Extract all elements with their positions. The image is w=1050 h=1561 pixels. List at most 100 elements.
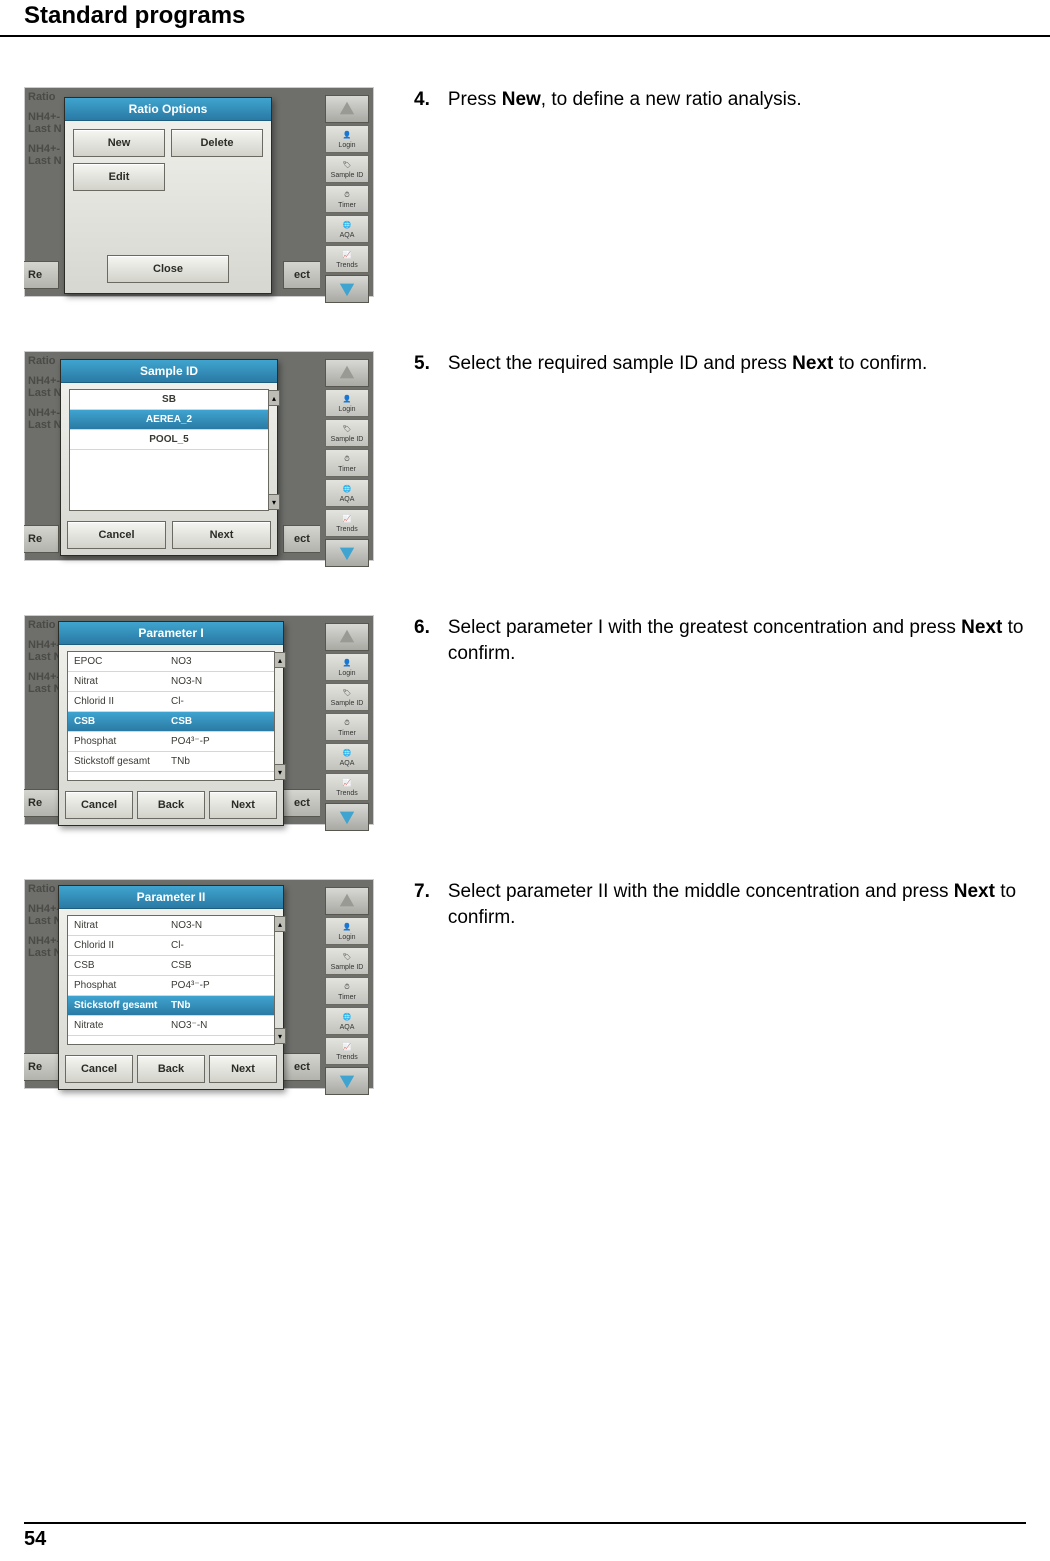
sample-id-button[interactable]: 🏷Sample ID [325, 155, 369, 183]
close-button[interactable]: Close [107, 255, 229, 283]
page-header: Standard programs [0, 0, 1050, 37]
arrow-up-button[interactable] [325, 623, 369, 651]
device-screenshot-6: Ratio NH4+- Last N NH4+- Last N 👤Login 🏷… [24, 615, 374, 825]
arrow-down-button[interactable] [325, 275, 369, 303]
list-item[interactable]: NitratNO3-N [68, 672, 274, 692]
list-item[interactable]: CSBCSB [68, 956, 274, 976]
parameter-ii-dialog: Parameter II NitratNO3-N Chlorid IICl- C… [58, 885, 284, 1090]
cancel-button[interactable]: Cancel [65, 791, 133, 819]
next-button[interactable]: Next [209, 1055, 277, 1083]
arrow-up-button[interactable] [325, 359, 369, 387]
bg-text: Last N [28, 155, 62, 167]
list-item[interactable]: PhosphatPO4³⁻-P [68, 976, 274, 996]
bg-text: Last N [28, 123, 62, 135]
scroll-up-icon[interactable]: ▴ [274, 916, 286, 932]
ect-button[interactable]: ect [283, 261, 320, 289]
aqa-button[interactable]: 🌐AQA [325, 743, 369, 771]
sample-id-list[interactable]: SB AEREA_2 POOL_5 ▴ ▾ [69, 389, 269, 511]
sample-id-button[interactable]: 🏷Sample ID [325, 683, 369, 711]
list-item-selected[interactable]: Stickstoff gesamtTNb [68, 996, 274, 1016]
timer-button[interactable]: ⏱Timer [325, 185, 369, 213]
trends-button[interactable]: 📈Trends [325, 509, 369, 537]
aqa-button[interactable]: 🌐AQA [325, 479, 369, 507]
new-button[interactable]: New [73, 129, 165, 157]
back-button[interactable]: Back [137, 791, 205, 819]
sample-id-button[interactable]: 🏷Sample ID [325, 947, 369, 975]
edit-button[interactable]: Edit [73, 163, 165, 191]
arrow-down-button[interactable] [325, 803, 369, 831]
parameter-list[interactable]: NitratNO3-N Chlorid IICl- CSBCSB Phospha… [67, 915, 275, 1045]
list-item[interactable]: POOL_5 [70, 430, 268, 450]
step-number: 4. [414, 87, 430, 113]
scroll-down-icon[interactable]: ▾ [274, 1028, 286, 1044]
sample-id-button[interactable]: 🏷Sample ID [325, 419, 369, 447]
ect-button[interactable]: ect [283, 525, 320, 553]
list-item-selected[interactable]: AEREA_2 [70, 410, 268, 430]
login-button[interactable]: 👤Login [325, 389, 369, 417]
parameter-list[interactable]: EPOCNO3 NitratNO3-N Chlorid IICl- CSBCSB… [67, 651, 275, 781]
login-button[interactable]: 👤Login [325, 653, 369, 681]
list-item[interactable]: EPOCNO3 [68, 652, 274, 672]
list-item[interactable]: Chlorid IICl- [68, 936, 274, 956]
sidebar-item-label: Timer [338, 202, 356, 209]
page-footer: 54 [24, 1522, 1026, 1551]
list-item[interactable]: Stickstoff gesamtTNb [68, 752, 274, 772]
aqa-button[interactable]: 🌐AQA [325, 1007, 369, 1035]
step-number: 7. [414, 879, 430, 930]
sidebar-item-label: Trends [336, 262, 358, 269]
device-screenshot-7: Ratio NH4+- Last N NH4+- Last N 👤Login 🏷… [24, 879, 374, 1089]
arrow-down-button[interactable] [325, 1067, 369, 1095]
timer-button[interactable]: ⏱Timer [325, 977, 369, 1005]
clock-icon: ⏱ [341, 189, 353, 201]
timer-button[interactable]: ⏱Timer [325, 713, 369, 741]
list-item-selected[interactable]: CSBCSB [68, 712, 274, 732]
step-text: Press New, to define a new ratio analysi… [448, 87, 802, 113]
trends-button[interactable]: 📈Trends [325, 1037, 369, 1065]
sidebar-item-label: Login [338, 142, 355, 149]
ect-button[interactable]: ect [283, 789, 320, 817]
list-item[interactable]: Chlorid IICl- [68, 692, 274, 712]
list-item[interactable]: PhosphatPO4³⁻-P [68, 732, 274, 752]
re-button[interactable]: Re [24, 261, 59, 289]
re-button[interactable]: Re [24, 789, 59, 817]
scroll-down-icon[interactable]: ▾ [274, 764, 286, 780]
bg-text: Ratio [28, 91, 56, 103]
cancel-button[interactable]: Cancel [65, 1055, 133, 1083]
login-button[interactable]: 👤Login [325, 125, 369, 153]
next-button[interactable]: Next [209, 791, 277, 819]
scroll-up-icon[interactable]: ▴ [268, 390, 280, 406]
device-screenshot-5: Ratio NH4+- Last N NH4+- Last N 👤Login 🏷… [24, 351, 374, 561]
scroll-down-icon[interactable]: ▾ [268, 494, 280, 510]
delete-button[interactable]: Delete [171, 129, 263, 157]
next-button[interactable]: Next [172, 521, 271, 549]
trends-button[interactable]: 📈Trends [325, 773, 369, 801]
arrow-down-button[interactable] [325, 539, 369, 567]
sample-id-dialog: Sample ID SB AEREA_2 POOL_5 ▴ ▾ Cancel N… [60, 359, 278, 556]
aqa-button[interactable]: 🌐AQA [325, 215, 369, 243]
sidebar-item-label: AQA [340, 232, 355, 239]
step-number: 6. [414, 615, 430, 666]
back-button[interactable]: Back [137, 1055, 205, 1083]
list-item[interactable]: NitrateNO3⁻-N [68, 1016, 274, 1036]
person-icon: 👤 [341, 129, 353, 141]
tag-icon: 🏷 [341, 159, 353, 171]
timer-button[interactable]: ⏱Timer [325, 449, 369, 477]
sidebar: 👤Login 🏷Sample ID ⏱Timer 🌐AQA 📈Trends [324, 95, 370, 303]
sidebar-item-label: Sample ID [331, 172, 364, 179]
trends-button[interactable]: 📈Trends [325, 245, 369, 273]
list-item[interactable]: NitratNO3-N [68, 916, 274, 936]
bg-text: NH4+- [28, 111, 60, 123]
re-button[interactable]: Re [24, 525, 59, 553]
step-text: Select parameter I with the greatest con… [448, 615, 1026, 666]
bg-text: NH4+- [28, 143, 60, 155]
dialog-title: Ratio Options [65, 98, 271, 121]
globe-icon: 🌐 [341, 219, 353, 231]
arrow-up-button[interactable] [325, 95, 369, 123]
login-button[interactable]: 👤Login [325, 917, 369, 945]
cancel-button[interactable]: Cancel [67, 521, 166, 549]
ect-button[interactable]: ect [283, 1053, 320, 1081]
scroll-up-icon[interactable]: ▴ [274, 652, 286, 668]
list-item[interactable]: SB [70, 390, 268, 410]
re-button[interactable]: Re [24, 1053, 59, 1081]
arrow-up-button[interactable] [325, 887, 369, 915]
